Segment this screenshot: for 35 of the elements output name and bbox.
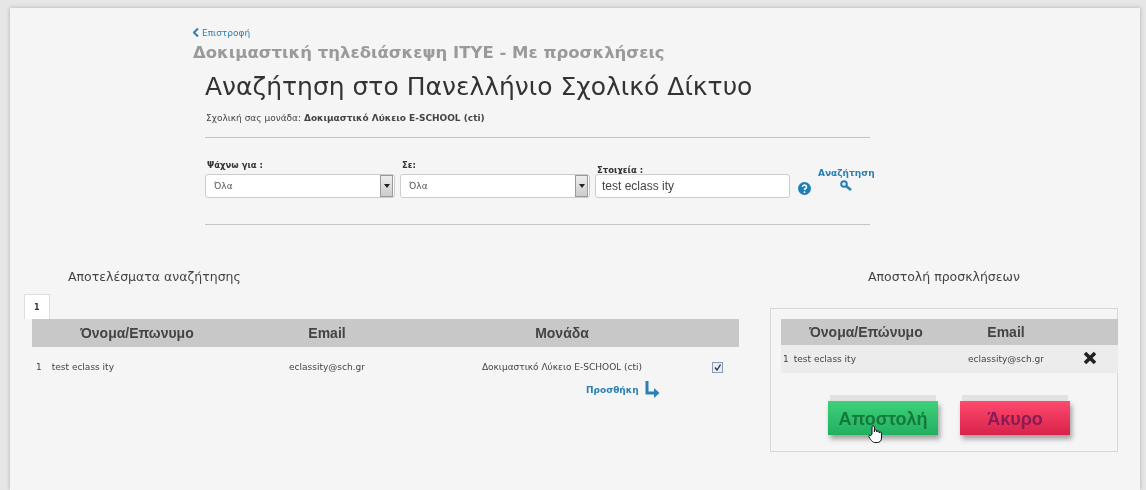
page-tab[interactable]: 1 bbox=[24, 294, 50, 319]
column-header: Μονάδα bbox=[412, 319, 712, 347]
field-label: Ψάχνω για : bbox=[206, 160, 264, 170]
dropdown[interactable]: Όλα bbox=[205, 174, 395, 198]
row-number: 1 bbox=[36, 362, 42, 372]
column-header: Όνομα/Επώνυμο bbox=[781, 319, 951, 345]
section-title: Αποτελέσματα αναζήτησης bbox=[68, 269, 242, 284]
column-header: Όνομα/Επωνυμο bbox=[32, 319, 242, 347]
section-title: Αποστολή προσκλήσεων bbox=[867, 269, 1021, 284]
back-link[interactable]: Επιστροφή bbox=[193, 27, 251, 38]
arrow-down-right-icon bbox=[644, 381, 660, 398]
column-header: Email bbox=[242, 319, 412, 347]
caret-down-icon bbox=[383, 184, 390, 188]
row-number: 1 bbox=[783, 354, 789, 364]
caret-down-icon bbox=[578, 184, 585, 188]
table-cell: test eclass ity bbox=[51, 362, 114, 372]
checkbox[interactable] bbox=[712, 361, 723, 373]
table-cell: test eclass ity bbox=[793, 354, 856, 364]
table-cell: eclassity@sch.gr bbox=[242, 347, 412, 381]
help-icon[interactable] bbox=[798, 182, 811, 195]
chevron-left-icon bbox=[193, 28, 199, 37]
field-label: Σε: bbox=[401, 160, 417, 170]
column-header: Email bbox=[951, 319, 1061, 345]
field-label: Στοιχεία : bbox=[596, 165, 645, 175]
search-icon bbox=[840, 179, 853, 191]
conference-title: Δοκιμαστική τηλεδιάσκεψη ΙΤΥΕ - Με προσκλήσεις bbox=[193, 43, 666, 62]
table-cell: Δοκιμαστικό Λύκειο E-SCHOOL (cti) bbox=[412, 347, 712, 381]
school-unit-text: Σχολική σας μονάδα: Δοκιμαστικό Λύκειο E-SCHOOL (cti) bbox=[206, 113, 486, 123]
search-link[interactable]: Αναζήτηση bbox=[818, 167, 875, 191]
page-title: Αναζήτηση στο Πανελλήνιο Σχολικό Δίκτυο bbox=[205, 72, 754, 101]
remove-icon[interactable] bbox=[1082, 351, 1097, 365]
text-field[interactable]: test eclass ity bbox=[595, 174, 790, 198]
add-link[interactable]: Προσθήκη bbox=[586, 381, 660, 398]
dropdown[interactable]: Όλα bbox=[400, 174, 590, 198]
table-cell: eclassity@sch.gr bbox=[951, 345, 1061, 373]
